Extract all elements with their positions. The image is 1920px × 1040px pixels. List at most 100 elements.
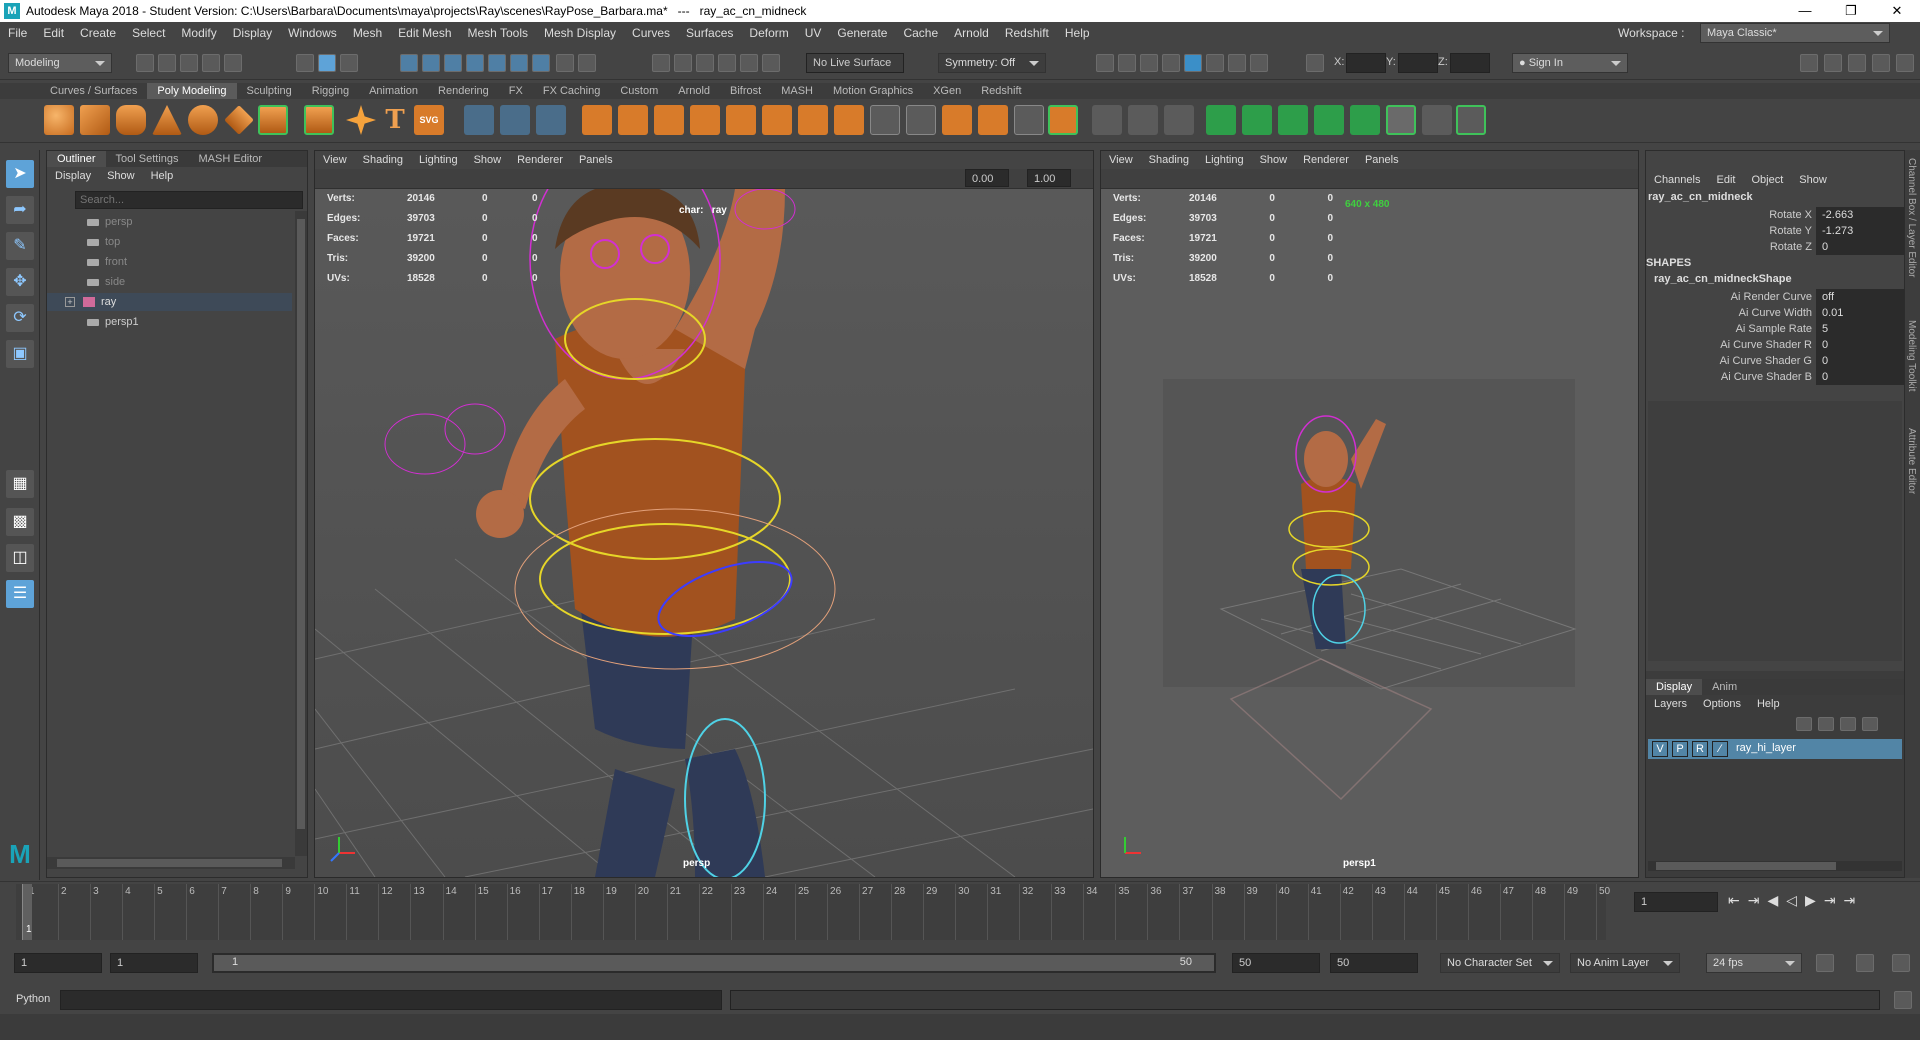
cylindrical-uv-icon[interactable] xyxy=(1242,105,1272,135)
rotate-snap-icon[interactable] xyxy=(718,54,736,72)
select-object-icon[interactable] xyxy=(318,54,336,72)
vp2-menu-shading[interactable]: Shading xyxy=(1141,151,1197,169)
playback-start-field[interactable]: 1 xyxy=(110,953,198,973)
menu-cache[interactable]: Cache xyxy=(895,26,946,40)
combine-icon[interactable] xyxy=(464,105,494,135)
channel-ai-curve-width[interactable]: Ai Curve Width 0.01 xyxy=(1646,305,1904,321)
layer-menu-help[interactable]: Help xyxy=(1749,695,1788,713)
channel-rotate-x[interactable]: Rotate X -2.663 xyxy=(1646,207,1904,223)
outliner-item-front[interactable]: front xyxy=(47,253,292,271)
menu-deform[interactable]: Deform xyxy=(741,26,796,40)
expand-icon[interactable]: + xyxy=(65,297,75,308)
layer-tab-anim[interactable]: Anim xyxy=(1702,679,1747,695)
tweak-icon[interactable] xyxy=(762,54,780,72)
vp1-menu-view[interactable]: View xyxy=(315,151,355,169)
channel-box-icon[interactable] xyxy=(1896,54,1914,72)
paint-select-tool-icon[interactable]: ✎ xyxy=(6,232,34,260)
shelf-tab-rigging[interactable]: Rigging xyxy=(302,83,359,99)
wedge-icon[interactable] xyxy=(1014,105,1044,135)
render-setup-icon[interactable] xyxy=(1206,54,1224,72)
menu-file[interactable]: File xyxy=(0,26,35,40)
channel-rotate-z[interactable]: Rotate Z0 xyxy=(1646,239,1904,255)
extract-icon[interactable] xyxy=(654,105,684,135)
snap-point-icon[interactable] xyxy=(444,54,462,72)
lasso-icon[interactable] xyxy=(674,54,692,72)
poke-icon[interactable] xyxy=(978,105,1008,135)
snap-surface-icon[interactable] xyxy=(510,54,528,72)
fps-select[interactable]: 24 fps xyxy=(1706,953,1802,973)
light-editor-icon[interactable] xyxy=(1228,54,1246,72)
animation-end-field[interactable]: 50 xyxy=(1330,953,1418,973)
vp2-menu-show[interactable]: Show xyxy=(1252,151,1296,169)
timeline[interactable]: 1234567891011121314151617181920212223242… xyxy=(16,884,1610,940)
channels-menu-show[interactable]: Show xyxy=(1791,171,1835,189)
close-button[interactable]: ✕ xyxy=(1874,0,1920,22)
svg-icon[interactable]: SVG xyxy=(414,105,444,135)
target-weld-icon[interactable] xyxy=(1092,105,1122,135)
move-tool-icon[interactable]: ✥ xyxy=(6,268,34,296)
tool-settings-icon[interactable] xyxy=(1872,54,1890,72)
soft-select-icon[interactable] xyxy=(696,54,714,72)
two-view-layout-icon[interactable]: ◫ xyxy=(6,544,34,572)
transfer-uv-icon[interactable] xyxy=(1350,105,1380,135)
quadrangulate-icon[interactable] xyxy=(834,105,864,135)
lasso-tool-icon[interactable]: ➦ xyxy=(6,196,34,224)
symmetry-select[interactable]: Symmetry: Off xyxy=(938,53,1046,73)
snap-curve-icon[interactable] xyxy=(422,54,440,72)
outliner-item-ray[interactable]: + ray xyxy=(47,293,292,311)
menu-select[interactable]: Select xyxy=(124,26,173,40)
command-language-label[interactable]: Python xyxy=(16,993,50,1005)
menu-arnold[interactable]: Arnold xyxy=(946,26,997,40)
menu-surfaces[interactable]: Surfaces xyxy=(678,26,741,40)
character-controls-icon[interactable] xyxy=(1824,54,1842,72)
range-slider[interactable]: 1 50 xyxy=(212,953,1216,973)
loop-icon[interactable] xyxy=(1816,954,1834,972)
y-field[interactable] xyxy=(1398,53,1438,73)
minimize-button[interactable]: — xyxy=(1782,0,1828,22)
workspace-select[interactable]: Maya Classic* xyxy=(1700,23,1890,43)
menu-modify[interactable]: Modify xyxy=(173,26,224,40)
character-set-select[interactable]: No Character Set xyxy=(1440,953,1560,973)
side-tab-attribute-editor[interactable]: Attribute Editor xyxy=(1906,428,1917,494)
playback-end-field[interactable]: 50 xyxy=(1232,953,1320,973)
outliner-menu-show[interactable]: Show xyxy=(99,167,143,185)
play-backwards-icon[interactable]: ◁ xyxy=(1786,892,1805,908)
bridge-icon[interactable] xyxy=(870,105,900,135)
average-icon[interactable] xyxy=(690,105,720,135)
platonic-solid-icon[interactable] xyxy=(304,105,334,135)
menu-mesh-display[interactable]: Mesh Display xyxy=(536,26,624,40)
new-layer-icon[interactable] xyxy=(1840,717,1856,731)
render-frame-icon[interactable] xyxy=(1118,54,1136,72)
multi-cut-icon[interactable] xyxy=(1048,105,1078,135)
planar-uv-icon[interactable] xyxy=(1206,105,1236,135)
step-back-frame-icon[interactable]: ◀ xyxy=(1767,892,1786,908)
outliner-item-side[interactable]: side xyxy=(47,273,292,291)
menu-display[interactable]: Display xyxy=(225,26,280,40)
layer-scrollbar[interactable] xyxy=(1648,861,1902,871)
channels-menu-edit[interactable]: Edit xyxy=(1708,171,1743,189)
current-frame-field[interactable]: 1 xyxy=(1634,892,1718,912)
outliner-item-persp1[interactable]: persp1 xyxy=(47,313,292,331)
pause-viewport-icon[interactable] xyxy=(1250,54,1268,72)
outliner-menu-help[interactable]: Help xyxy=(143,167,182,185)
tab-tool-settings[interactable]: Tool Settings xyxy=(106,151,189,167)
scale-tool-icon[interactable]: ▣ xyxy=(6,340,34,368)
shelf-tab-curves-surfaces[interactable]: Curves / Surfaces xyxy=(40,83,147,99)
menu-mesh-tools[interactable]: Mesh Tools xyxy=(460,26,536,40)
vp1-menu-lighting[interactable]: Lighting xyxy=(411,151,466,169)
menu-mesh[interactable]: Mesh xyxy=(345,26,390,40)
shelf-tab-animation[interactable]: Animation xyxy=(359,83,428,99)
poly-cone-icon[interactable] xyxy=(152,105,182,135)
menu-edit[interactable]: Edit xyxy=(35,26,72,40)
menu-create[interactable]: Create xyxy=(72,26,124,40)
rotate-tool-icon[interactable]: ⟳ xyxy=(6,304,34,332)
maximize-button[interactable]: ❐ xyxy=(1828,0,1874,22)
attribute-editor-icon[interactable] xyxy=(1848,54,1866,72)
menu-windows[interactable]: Windows xyxy=(280,26,345,40)
new-scene-icon[interactable] xyxy=(136,54,154,72)
select-tool-icon[interactable]: ➤ xyxy=(6,160,34,188)
move-layer-down-icon[interactable] xyxy=(1818,717,1834,731)
outliner-layout-icon[interactable]: ☰ xyxy=(6,580,34,608)
four-view-layout-icon[interactable]: ▩ xyxy=(6,508,34,536)
menu-uv[interactable]: UV xyxy=(797,26,830,40)
